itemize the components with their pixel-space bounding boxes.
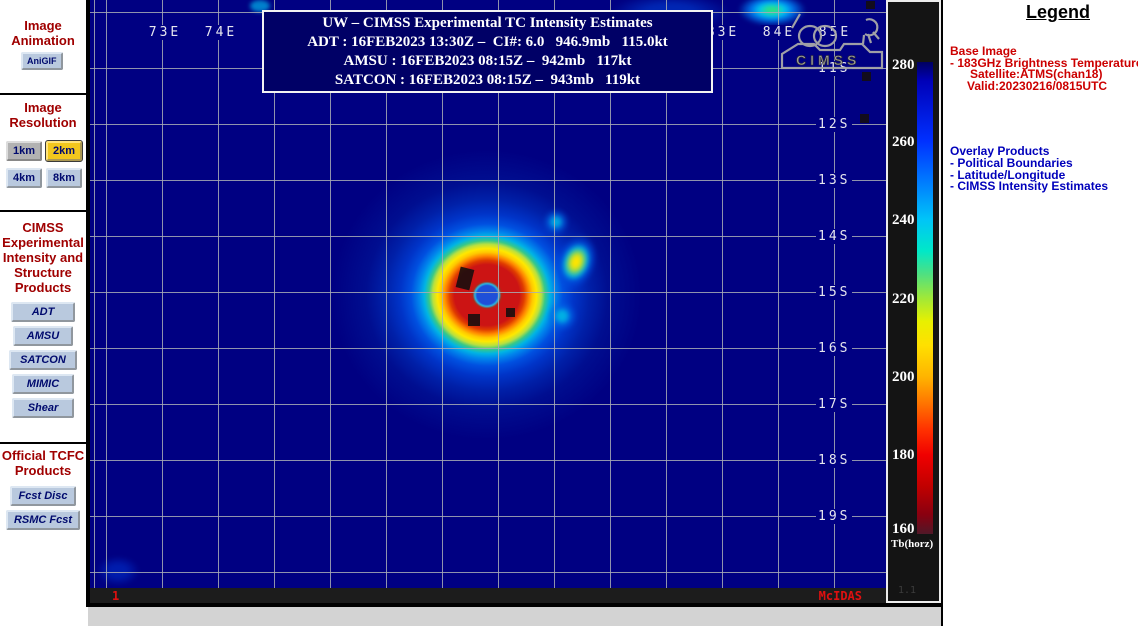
resolution-8km-button[interactable]: 8km [46, 168, 82, 188]
rsmc-fcst-button[interactable]: RSMC Fcst [6, 510, 80, 530]
satellite-map-image: 73E 74E 83E 84E 85E 11S 12S 13S 14S 15S … [90, 0, 886, 603]
artifact-speck [860, 114, 869, 123]
cimss-tc-page: Image Animation AniGIF Image Resolution … [0, 0, 1138, 626]
tcfc-products-heading: Official TCFC Products [0, 448, 86, 478]
shear-button[interactable]: Shear [12, 398, 74, 418]
lon-label: 73E [147, 25, 183, 40]
intensity-estimates-box: UW – CIMSS Experimental TC Intensity Est… [262, 10, 713, 93]
colorbar-panel: 280 260 240 220 200 180 160 Tb(horz) 1.1 [886, 0, 941, 603]
colorbar-tick: 220 [892, 291, 916, 308]
resolution-1km-button[interactable]: 1km [6, 141, 42, 161]
lon-label: 74E [203, 25, 239, 40]
image-resolution-heading: Image Resolution [0, 100, 86, 130]
lat-label: 18S [816, 453, 852, 468]
artifact-speck [866, 1, 875, 9]
colorbar-tick: 240 [892, 212, 916, 229]
lat-label: 14S [816, 229, 852, 244]
colorbar-tick: 280 [892, 57, 916, 74]
mcidas-label: McIDAS [819, 589, 862, 603]
adt-button[interactable]: ADT [11, 302, 75, 322]
mcidas-footer-strip: 1 McIDAS [90, 588, 886, 603]
mimic-button[interactable]: MIMIC [12, 374, 74, 394]
sidebar-divider [0, 210, 86, 212]
colorbar-footnote: 1.1 [898, 585, 916, 596]
lat-label: 12S [816, 117, 852, 132]
legend-panel: Legend Base Image - 183GHz Brightness Te… [950, 0, 1136, 193]
adt-estimate: ADT : 16FEB2023 13:30Z – CI#: 6.0 946.9m… [264, 33, 711, 52]
resolution-4km-button[interactable]: 4km [6, 168, 42, 188]
satcon-button[interactable]: SATCON [9, 350, 77, 370]
colorbar-tick: 200 [892, 369, 916, 386]
lat-label: 13S [816, 173, 852, 188]
fcst-disc-button[interactable]: Fcst Disc [10, 486, 76, 506]
legend-title: Legend [950, 2, 1136, 23]
colorbar-tick: 260 [892, 134, 916, 151]
brightness-temp-colorbar [917, 62, 933, 534]
sidebar-divider [0, 442, 86, 444]
overlay-item-cimss-intensity-estimates: - CIMSS Intensity Estimates [950, 181, 1136, 193]
amsu-estimate: AMSU : 16FEB2023 08:15Z – 942mb 117kt [264, 52, 711, 71]
bottom-gray-strip [88, 607, 941, 626]
lat-label: 17S [816, 397, 852, 412]
lat-label: 19S [816, 509, 852, 524]
sidebar-divider [0, 93, 86, 95]
image-right-border [941, 0, 943, 626]
frame-number: 1 [112, 589, 119, 603]
colorbar-tick: 160 [892, 521, 916, 538]
satcon-estimate: SATCON : 16FEB2023 08:15Z – 943mb 119kt [264, 71, 711, 90]
lat-label: 15S [816, 285, 852, 300]
sidebar: Image Animation AniGIF Image Resolution … [0, 0, 86, 626]
image-animation-heading: Image Animation [0, 18, 86, 48]
intensity-title: UW – CIMSS Experimental TC Intensity Est… [264, 14, 711, 33]
resolution-2km-button[interactable]: 2km [46, 141, 82, 161]
base-image-valid-time: Valid:20230216/0815UTC [950, 81, 1136, 93]
artifact-speck [862, 72, 871, 81]
cimss-products-heading: CIMSS Experimental Intensity and Structu… [0, 220, 86, 295]
amsu-button[interactable]: AMSU [13, 326, 73, 346]
colorbar-unit-label: Tb(horz) [891, 538, 933, 550]
colorbar-tick: 180 [892, 447, 916, 464]
anigif-button[interactable]: AniGIF [21, 52, 63, 70]
svg-text:CIMSS: CIMSS [796, 52, 860, 68]
lat-label: 16S [816, 341, 852, 356]
